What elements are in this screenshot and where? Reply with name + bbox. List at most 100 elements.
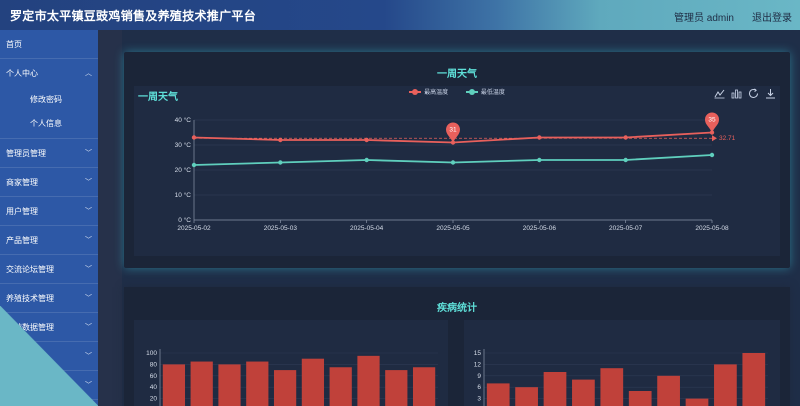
x-tick-label: 2025-05-08 [695,225,729,232]
logout-link[interactable]: 退出登录 [752,9,792,24]
series-point [450,160,456,165]
bar [218,364,241,406]
series-point [278,137,283,143]
disease-bar-chart-right: 3 6 9 12 15 [474,349,768,406]
panel-title: 疾病统计 [437,303,477,314]
sidebar-item-forum-management[interactable]: 交流论坛管理 ﹀ [0,255,98,284]
sidebar-item-merchant-management[interactable]: 商家管理 ﹀ [0,168,98,197]
bar [412,367,436,406]
sidebar-item-label: 养殖技术管理 [6,294,54,303]
series-point [191,162,197,168]
bar [572,379,595,406]
disease-bar-chart-left: 20 40 60 80 100 [146,349,438,406]
bar [329,367,352,406]
x-tick-label: 2025-05-03 [264,225,298,232]
weather-chart-card: 一周天气 最高温度 最低温度 0 °C 10 °C 20 °C 30 °C 40 °C 2 [134,86,780,256]
y-tick-label: 100 [146,350,157,357]
y-tick-label: 40 °C [175,116,192,124]
chevron-down-icon: ﹀ [85,208,92,215]
y-tick-label: 9 [477,373,481,380]
disease-chart-card-right: 3 6 9 12 15 [464,320,780,406]
series-point [278,160,283,165]
series-point [623,135,628,140]
sidebar-item-label: 知识库管理 [6,381,46,390]
series-point [537,135,542,140]
bar [385,370,408,406]
bar [486,383,510,406]
bar [273,370,297,406]
series-point [537,157,542,163]
chevron-down-icon: ﹀ [85,295,92,302]
chevron-down-icon: ﹀ [85,353,92,360]
sidebar-item-product-management[interactable]: 产品管理 ﹀ [0,226,98,255]
sidebar-item-admin-management[interactable]: 管理员管理 ﹀ [0,139,98,168]
bar [190,361,213,406]
markpoint-label: 35 [708,117,716,124]
sidebar-item-label: 轮播图信息 [6,352,46,361]
y-tick-label: 10 °C [175,191,192,199]
disease-chart-card-left: 20 40 60 80 100 [134,320,448,406]
y-tick-label: 80 [150,361,158,368]
submenu-item-personal-info[interactable]: 个人信息 [0,112,98,136]
x-tick-label: 2025-05-07 [609,225,643,232]
sidebar-item-home[interactable]: 首页 [0,30,98,59]
y-tick-label: 60 [150,373,158,380]
series-point [191,135,197,140]
sidebar-item-user-management[interactable]: 用户管理 ﹀ [0,197,98,226]
bar [357,355,380,406]
chevron-down-icon: ﹀ [85,382,92,389]
current-user[interactable]: 管理员 admin [674,9,734,24]
chevron-down-icon: ﹀ [85,179,92,186]
bar [162,364,186,406]
bar [657,375,680,406]
y-tick-label: 3 [477,396,481,403]
y-tick-label: 20 °C [175,166,192,174]
series-point [623,157,628,163]
bar [600,368,624,406]
bar [742,353,766,406]
chevron-down-icon: ﹀ [85,237,92,244]
content-gutter [98,30,122,406]
bar [543,372,567,406]
y-tick-label: 12 [474,361,482,368]
y-tick-label: 40 [150,384,158,391]
disease-panel: 疾病统计 20 40 60 80 100 3 6 9 12 15 [124,287,790,406]
weather-panel: 一周天气 一周天气 最高温度 最低温度 0 °C 10 °C 20 °C 30 … [124,52,790,268]
y-tick-label: 0 °C [178,216,191,224]
y-tick-label: 15 [474,350,482,357]
sidebar-item-label: 首页 [6,40,22,49]
sidebar-item-carousel-info[interactable]: 轮播图信息 ﹀ [0,342,98,371]
submenu-item-change-password[interactable]: 修改密码 [0,88,98,112]
chevron-down-icon: ﹀ [85,324,92,331]
chevron-down-icon: ﹀ [85,150,92,157]
weather-line-chart: 0 °C 10 °C 20 °C 30 °C 40 °C 2025-05-02 2025-0… [175,112,736,232]
bar [301,358,325,406]
markline-arrow [712,135,717,142]
bar [685,398,709,406]
markpoint-label: 31 [449,127,457,134]
series-point [709,152,715,158]
sidebar-item-personal-center[interactable]: 个人中心 ︿ [0,59,98,88]
panel-title: 一周天气 [437,69,477,80]
sidebar-item-base-data-management[interactable]: 基础数据管理 ﹀ [0,313,98,342]
sidebar: 首页 个人中心 ︿ 修改密码 个人信息 管理员管理 ﹀ 商家管理 ﹀ 用户管理 ﹀ 产品… [0,30,98,406]
sidebar-item-label: 个人中心 [6,69,38,78]
sidebar-item-label: 商家管理 [6,178,38,187]
sidebar-item-label: 交流论坛管理 [6,265,54,274]
sidebar-item-label: 管理员管理 [6,149,46,158]
sidebar-item-label: 用户管理 [6,207,38,216]
sidebar-item-knowledge-base[interactable]: 知识库管理 ﹀ [0,371,98,400]
sidebar-item-label: 产品管理 [6,236,38,245]
series-point [364,137,369,143]
chevron-up-icon: ︿ [85,70,92,77]
chevron-down-icon: ﹀ [85,266,92,273]
series-point [364,157,369,163]
markline-label: 32.71 [719,135,736,142]
sidebar-item-breeding-tech-management[interactable]: 养殖技术管理 ﹀ [0,284,98,313]
y-tick-label: 20 [150,396,158,403]
sidebar-item-label: 基础数据管理 [6,323,54,332]
x-tick-label: 2025-05-06 [523,225,557,232]
x-tick-label: 2025-05-04 [350,225,384,232]
app-title: 罗定市太平镇豆豉鸡销售及养殖技术推广平台 [10,9,257,23]
y-tick-label: 6 [477,384,481,391]
